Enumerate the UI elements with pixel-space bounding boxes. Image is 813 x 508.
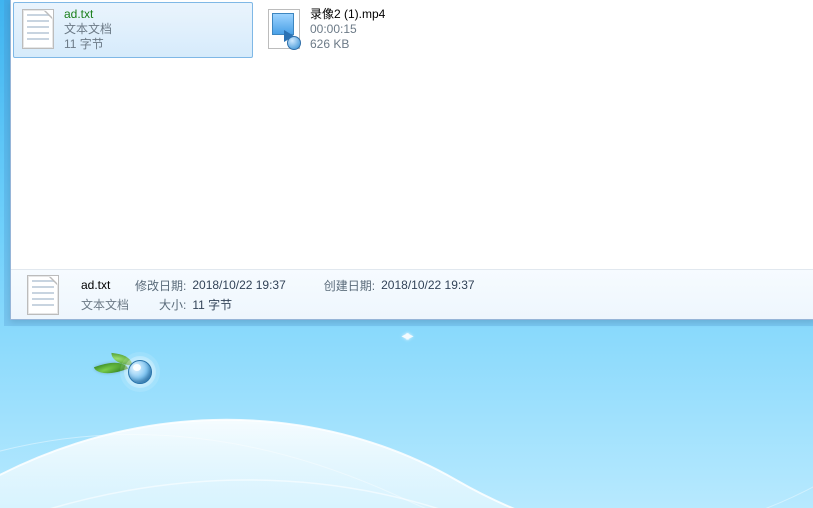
explorer-window: ad.txt 文本文档 11 字节 录像2 (1).mp4 00:00:15 6… <box>10 0 813 320</box>
desktop-leaf-decoration <box>94 357 128 378</box>
details-modified-label: 修改日期: <box>135 277 186 294</box>
file-type-label: 文本文档 <box>64 22 112 37</box>
details-created-label: 创建日期: <box>324 277 375 294</box>
desktop-arrow-decoration: ◂▸ <box>401 327 411 344</box>
desktop-orb-decoration <box>128 360 152 384</box>
details-pane: ad.txt 修改日期: 2018/10/22 19:37 创建日期: 2018… <box>11 269 813 319</box>
details-size-label: 大小: <box>135 296 186 313</box>
file-name: 录像2 (1).mp4 <box>310 7 385 22</box>
file-size-label: 626 KB <box>310 37 385 52</box>
text-file-icon <box>18 5 58 53</box>
file-tile-video[interactable]: 录像2 (1).mp4 00:00:15 626 KB <box>259 2 499 58</box>
details-modified-value: 2018/10/22 19:37 <box>192 278 285 292</box>
video-file-icon <box>264 5 304 53</box>
file-duration-label: 00:00:15 <box>310 22 385 37</box>
file-tile-text: ad.txt 文本文档 11 字节 <box>58 5 112 52</box>
details-size-value: 11 字节 <box>192 296 285 313</box>
details-grid: ad.txt 修改日期: 2018/10/22 19:37 创建日期: 2018… <box>81 277 481 313</box>
desktop-swoosh-decoration <box>0 360 813 508</box>
file-tile-ad-txt[interactable]: ad.txt 文本文档 11 字节 <box>13 2 253 58</box>
details-type: 文本文档 <box>81 296 129 313</box>
file-tile-text: 录像2 (1).mp4 00:00:15 626 KB <box>304 5 385 52</box>
file-list[interactable]: ad.txt 文本文档 11 字节 录像2 (1).mp4 00:00:15 6… <box>11 0 813 269</box>
details-created-value: 2018/10/22 19:37 <box>381 278 474 292</box>
details-file-icon <box>19 275 67 315</box>
details-filename: ad.txt <box>81 278 129 292</box>
file-size-label: 11 字节 <box>64 37 112 52</box>
file-name: ad.txt <box>64 7 112 22</box>
